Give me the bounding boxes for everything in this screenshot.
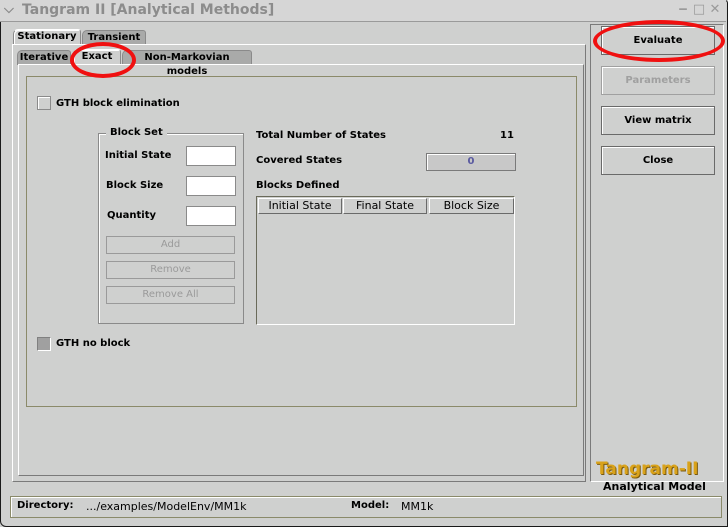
close-button[interactable]: Close — [601, 146, 715, 175]
tab-stationary-label: Stationary — [17, 31, 77, 42]
blocks-defined-label: Blocks Defined — [256, 180, 340, 191]
quantity-input[interactable] — [186, 206, 236, 226]
block-size-input[interactable] — [186, 176, 236, 196]
tangram-logo-title: Tangram-II — [596, 459, 699, 479]
tab-stationary[interactable]: Stationary — [13, 29, 81, 44]
minimize-icon[interactable]: ‒ — [676, 3, 690, 17]
view-matrix-button[interactable]: View matrix — [601, 106, 715, 135]
total-states-value: 11 — [500, 130, 514, 141]
gth-block-label: GTH block elimination — [56, 98, 180, 109]
tab-exact-label: Exact — [81, 51, 113, 62]
title-bar[interactable]: ⌵ Tangram II [Analytical Methods] ‒ □ ✕ — [0, 0, 726, 22]
quantity-label: Quantity — [107, 210, 156, 221]
column-header-block-size[interactable]: Block Size — [429, 198, 514, 214]
add-button[interactable]: Add — [106, 236, 235, 254]
model-label: Model: — [351, 500, 390, 511]
window-title: Tangram II [Analytical Methods] — [22, 2, 275, 18]
remove-button[interactable]: Remove — [106, 261, 235, 279]
window-menu-chevron-icon[interactable]: ⌵ — [4, 2, 14, 17]
tab-exact[interactable]: Exact — [73, 49, 121, 64]
initial-state-label: Initial State — [105, 150, 172, 161]
total-states-label: Total Number of States — [256, 130, 387, 141]
maximize-icon[interactable]: □ — [692, 3, 706, 17]
gth-noblock-checkbox[interactable] — [37, 337, 51, 351]
covered-states-label: Covered States — [256, 155, 343, 166]
block-size-label: Block Size — [106, 180, 164, 191]
gth-block-checkbox[interactable] — [37, 96, 51, 110]
parameters-button[interactable]: Parameters — [601, 66, 715, 95]
tab-transient-label: Transient — [87, 32, 141, 43]
directory-label: Directory: — [17, 500, 74, 511]
covered-states-value: 0 — [426, 153, 516, 171]
model-value: MM1k — [401, 500, 434, 513]
gth-noblock-label: GTH no block — [56, 338, 131, 349]
directory-value: .../examples/ModelEnv/MM1k — [86, 500, 247, 513]
initial-state-input[interactable] — [186, 146, 236, 166]
evaluate-button[interactable]: Evaluate — [601, 26, 715, 55]
tab-non-markovian[interactable]: Non-Markovian models — [122, 50, 252, 77]
tab-iterative[interactable]: Iterative — [17, 50, 71, 65]
column-header-initial-state[interactable]: Initial State — [258, 198, 342, 214]
tangram-logo-subtitle: Analytical Model — [603, 480, 706, 493]
tab-iterative-label: Iterative — [19, 52, 69, 63]
blocks-table[interactable]: Initial State Final State Block Size — [256, 196, 515, 325]
tab-transient[interactable]: Transient — [82, 30, 146, 45]
close-window-icon[interactable]: ✕ — [708, 3, 722, 17]
remove-all-button[interactable]: Remove All — [106, 286, 235, 304]
block-set-title: Block Set — [106, 127, 167, 138]
column-header-final-state[interactable]: Final State — [343, 198, 427, 214]
